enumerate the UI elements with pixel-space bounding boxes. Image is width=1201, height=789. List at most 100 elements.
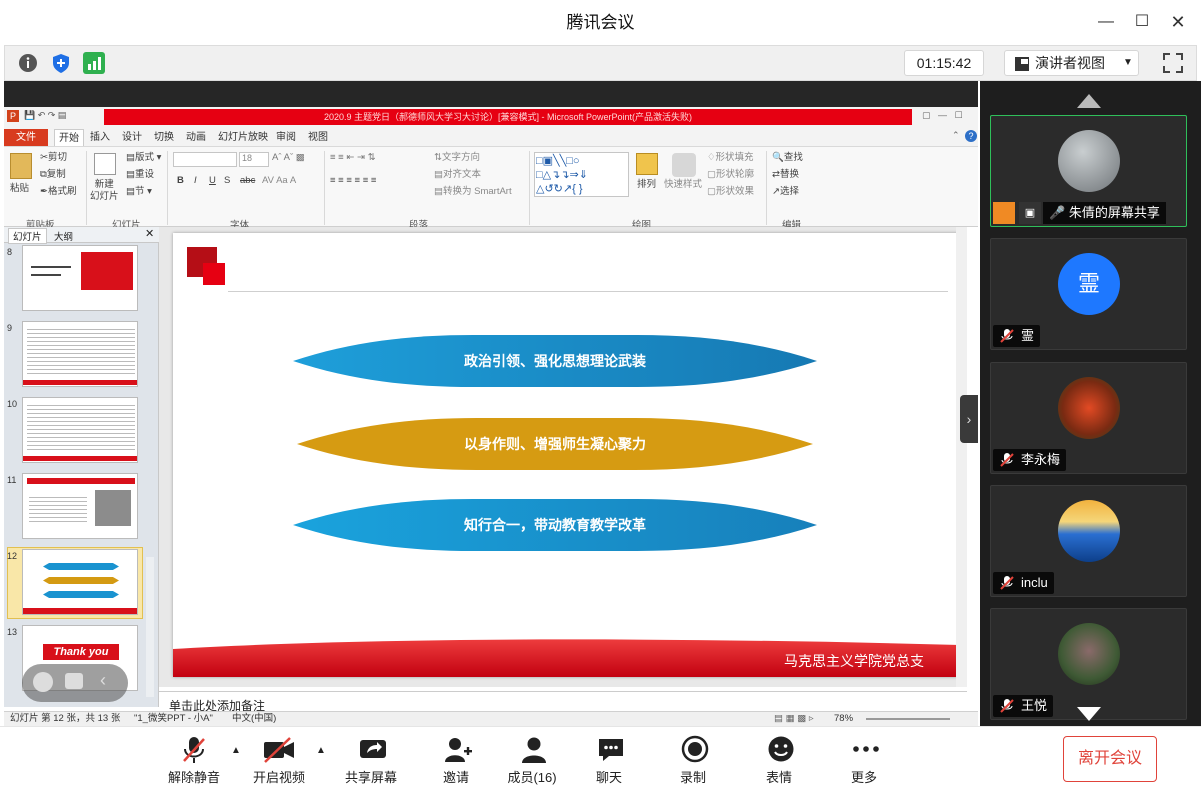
slide-thumbnail-9[interactable] bbox=[22, 321, 138, 387]
reset-button[interactable]: ▤重设 bbox=[126, 169, 154, 181]
font-size-select[interactable]: 18 bbox=[239, 152, 269, 167]
tab-design[interactable]: 设计 bbox=[118, 129, 146, 146]
font-more-controls[interactable]: AV Aa A bbox=[262, 175, 296, 187]
new-slide-icon[interactable] bbox=[94, 153, 116, 175]
maximize-button[interactable]: ☐ bbox=[1127, 8, 1157, 36]
quick-styles-button[interactable]: 快速样式 bbox=[664, 179, 702, 191]
italic-button[interactable]: I bbox=[194, 175, 197, 187]
slide-thumbnail-11[interactable] bbox=[22, 473, 138, 539]
participant-tile[interactable]: 李永梅 bbox=[990, 362, 1187, 474]
quick-styles-icon[interactable] bbox=[672, 153, 696, 177]
more-button[interactable]: 更多 bbox=[829, 735, 899, 787]
leave-meeting-button[interactable]: 离开会议 bbox=[1063, 736, 1157, 782]
align-buttons[interactable]: ≡ ≡ ≡ ≡ ≡ ≡ bbox=[330, 175, 376, 187]
smartart-button[interactable]: ▤转换为 SmartArt bbox=[434, 186, 512, 198]
participant-tile[interactable]: 王悦 bbox=[990, 608, 1187, 720]
shadow-button[interactable]: S bbox=[224, 175, 230, 187]
ribbon-collapse-icon[interactable]: ⌃ bbox=[952, 130, 964, 142]
find-button[interactable]: 🔍查找 bbox=[772, 152, 803, 164]
slide-thumbnail-10[interactable] bbox=[22, 397, 138, 463]
tab-insert[interactable]: 插入 bbox=[86, 129, 114, 146]
security-shield-icon[interactable] bbox=[50, 52, 72, 74]
pane-scrollbar[interactable] bbox=[146, 557, 154, 697]
record-button[interactable]: 录制 bbox=[658, 735, 728, 787]
unmute-button[interactable]: 解除静音 bbox=[159, 735, 229, 787]
arrange-icon[interactable] bbox=[636, 153, 658, 175]
shape-outline-button[interactable]: ▢形状轮廓 bbox=[707, 169, 754, 181]
start-video-button[interactable]: 开启视频 bbox=[244, 735, 314, 787]
layout-button[interactable]: ▤版式 ▾ bbox=[126, 152, 161, 164]
paste-button[interactable]: 粘贴 bbox=[10, 183, 29, 195]
info-icon[interactable] bbox=[17, 52, 39, 74]
replace-button[interactable]: ⇄替换 bbox=[772, 169, 799, 181]
slides-pane: 幻灯片 大纲 ✕ 8 9 10 11 12 13 Thank you bbox=[4, 227, 159, 707]
tab-file[interactable]: 文件 bbox=[4, 129, 48, 146]
align-text-button[interactable]: ▤对齐文本 bbox=[434, 169, 481, 181]
text-direction-button[interactable]: ⇅文字方向 bbox=[434, 152, 480, 164]
chat-bubble-icon[interactable] bbox=[65, 673, 83, 689]
chat-button[interactable]: 聊天 bbox=[574, 735, 644, 787]
scroll-up-icon[interactable] bbox=[1077, 94, 1101, 108]
mic-on-icon: 🎤 bbox=[1049, 205, 1066, 220]
tab-home[interactable]: 开始 bbox=[54, 129, 84, 146]
slide-band-3: 知行合一，带动教育教学改革 bbox=[293, 497, 817, 553]
participant-tile[interactable]: 霊 霊 bbox=[990, 238, 1187, 350]
shape-fill-button[interactable]: ♢形状填充 bbox=[707, 152, 754, 164]
members-button[interactable]: 成员(16) bbox=[497, 735, 567, 787]
network-signal-icon[interactable] bbox=[83, 52, 105, 74]
slide-thumbnail-12[interactable] bbox=[22, 549, 138, 615]
tab-view[interactable]: 视图 bbox=[304, 129, 332, 146]
tab-animations[interactable]: 动画 bbox=[182, 129, 210, 146]
minimize-button[interactable]: — bbox=[1091, 8, 1121, 36]
close-pane-icon[interactable]: ✕ bbox=[145, 227, 154, 240]
select-button[interactable]: ↗选择 bbox=[772, 186, 799, 198]
collapse-chevron-icon[interactable]: ‹ bbox=[100, 670, 106, 691]
view-buttons[interactable]: ▤ ▦ ▩ ▹ bbox=[774, 712, 814, 726]
quick-access-toolbar[interactable]: 💾 ↶ ↷ ▤ bbox=[24, 110, 94, 122]
expand-panel-chevron-icon[interactable]: › bbox=[960, 395, 978, 443]
cut-button[interactable]: ✂剪切 bbox=[40, 152, 67, 164]
audio-options-chevron-icon[interactable]: ▲ bbox=[231, 745, 241, 756]
section-button[interactable]: ▤节 ▾ bbox=[126, 186, 152, 198]
theme-status: "1_微笑PPT - 小A" bbox=[134, 713, 213, 724]
tab-outline[interactable]: 大纲 bbox=[54, 229, 73, 243]
arrange-button[interactable]: 排列 bbox=[637, 179, 656, 191]
shapes-gallery[interactable]: □▣╲╲□○ □△↴↴⇒⇓ △↺↻↗{ } bbox=[534, 152, 629, 197]
tab-slideshow[interactable]: 幻灯片放映 bbox=[214, 129, 272, 146]
shape-effects-button[interactable]: ▢形状效果 bbox=[707, 186, 754, 198]
format-painter-button[interactable]: ✒格式刷 bbox=[40, 186, 76, 198]
underline-button[interactable]: U bbox=[209, 175, 216, 187]
font-grow-shrink[interactable]: Aˆ Aˇ ▩ bbox=[272, 152, 305, 164]
ribbon-separator bbox=[766, 151, 767, 225]
current-slide[interactable]: 政治引领、强化思想理论武装 以身作则、增强师生凝心聚力 知行合一，带动教育教学改… bbox=[173, 233, 960, 677]
zoom-slider[interactable] bbox=[866, 718, 950, 720]
tab-review[interactable]: 审阅 bbox=[272, 129, 300, 146]
close-button[interactable]: ✕ bbox=[1163, 8, 1193, 36]
list-buttons[interactable]: ≡ ≡ ⇤ ⇥ ⇅ bbox=[330, 152, 376, 164]
video-options-chevron-icon[interactable]: ▲ bbox=[316, 745, 326, 756]
ppt-window-controls[interactable]: ▢ — ☐ bbox=[922, 110, 977, 121]
share-screen-button[interactable]: 共享屏幕 bbox=[336, 735, 406, 787]
invite-button[interactable]: 邀请 bbox=[421, 735, 491, 787]
emoji-icon[interactable] bbox=[33, 672, 53, 692]
slide-thumbnail-8[interactable] bbox=[22, 245, 138, 311]
ribbon-separator bbox=[167, 151, 168, 225]
participant-tile[interactable]: inclu bbox=[990, 485, 1187, 597]
font-name-select[interactable] bbox=[173, 152, 237, 167]
new-slide-button[interactable]: 新建 幻灯片 bbox=[90, 179, 119, 203]
copy-button[interactable]: ⧉复制 bbox=[40, 169, 66, 181]
participant-tile[interactable]: ▣ 🎤 朱倩的屏幕共享 bbox=[990, 115, 1187, 227]
view-mode-dropdown[interactable]: 演讲者视图 ▼ bbox=[1004, 50, 1139, 76]
strikethrough-button[interactable]: abc bbox=[240, 175, 255, 187]
shape-outline-label: 形状轮廓 bbox=[715, 169, 754, 180]
fullscreen-icon[interactable] bbox=[1160, 50, 1186, 76]
bold-button[interactable]: B bbox=[177, 175, 184, 187]
paste-icon[interactable] bbox=[10, 153, 32, 179]
help-icon[interactable]: ? bbox=[965, 130, 977, 142]
tab-slides[interactable]: 幻灯片 bbox=[8, 228, 47, 244]
tab-transitions[interactable]: 切换 bbox=[150, 129, 178, 146]
mic-muted-icon bbox=[1000, 699, 1014, 713]
slide-scrollbar[interactable] bbox=[956, 227, 967, 687]
scroll-down-icon[interactable] bbox=[1077, 707, 1101, 721]
reaction-button[interactable]: 表情 bbox=[744, 735, 814, 787]
